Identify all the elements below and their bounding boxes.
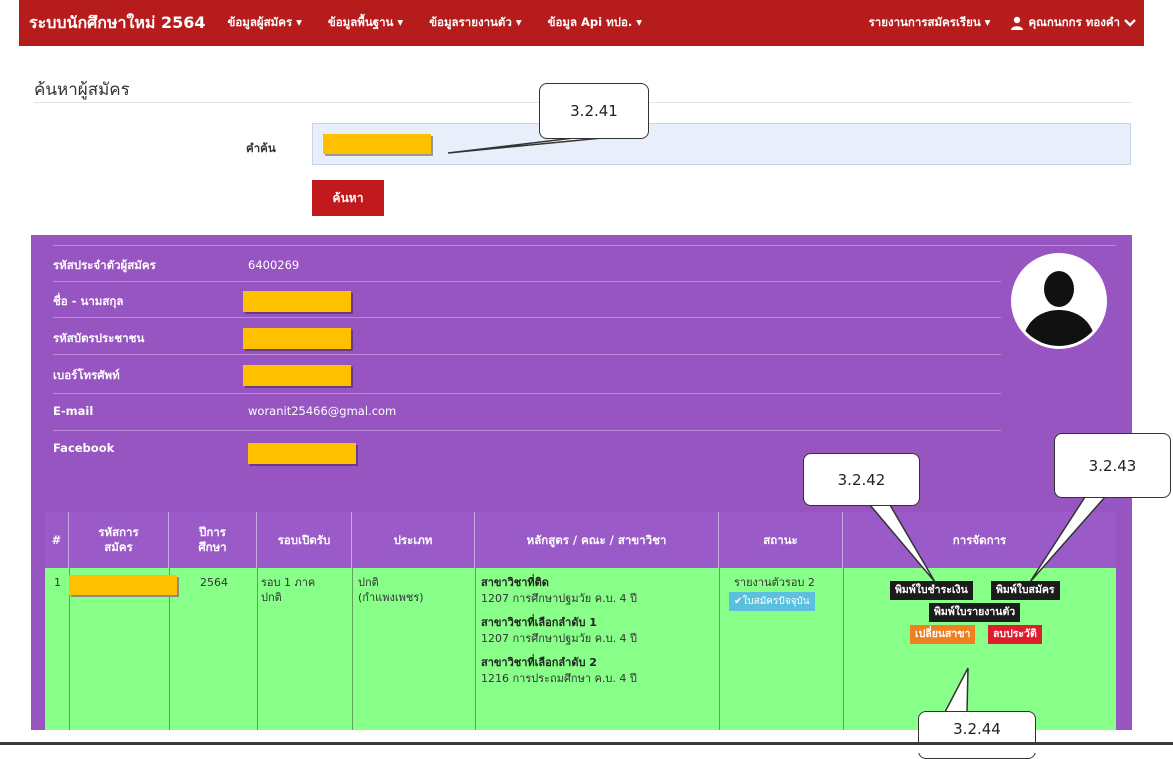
table-header: # รหัสการ สมัคร ปีการ ศึกษา รอบเปิดรับ ป… bbox=[45, 512, 1116, 568]
callout-3-2-41: 3.2.41 bbox=[539, 83, 649, 139]
national-id-label: รหัสบัตรประชาชน bbox=[53, 331, 145, 345]
applicant-id-label: รหัสประจำตัวผู้สมัคร bbox=[53, 258, 156, 272]
email-value: woranit25466@gmal.com bbox=[248, 404, 397, 418]
name-label: ชื่อ - นามสกุล bbox=[53, 294, 124, 308]
page-title: ค้นหาผู้สมัคร bbox=[34, 80, 130, 100]
redacted-app-code bbox=[69, 575, 177, 595]
divider bbox=[53, 317, 1001, 318]
col-divider bbox=[475, 568, 476, 730]
email-label: E-mail bbox=[53, 404, 94, 418]
col-header-status: สถานะ bbox=[719, 512, 843, 568]
status-badge: ✔ใบสมัครปัจจุบัน bbox=[729, 592, 815, 611]
row-round: รอบ 1 ภาค ปกติ bbox=[261, 576, 316, 604]
print-report-button[interactable]: พิมพ์ใบรายงานตัว bbox=[929, 603, 1021, 622]
nav-menu-enrollment-report[interactable]: รายงานการสมัครเรียน ▾ bbox=[869, 14, 991, 32]
search-label: คำค้น bbox=[246, 141, 276, 155]
chevron-down-icon bbox=[1124, 19, 1136, 27]
col-header-year: ปีการ ศึกษา bbox=[169, 512, 257, 568]
status-badge-wrap: ✔ใบสมัครปัจจุบัน bbox=[729, 592, 815, 611]
bottom-scroll-bar bbox=[0, 742, 1173, 753]
divider bbox=[53, 393, 1001, 394]
application-table: # รหัสการ สมัคร ปีการ ศึกษา รอบเปิดรับ ป… bbox=[45, 512, 1116, 730]
divider bbox=[53, 281, 1001, 282]
applicant-id-value: 6400269 bbox=[248, 258, 300, 272]
redacted-phone bbox=[243, 365, 351, 386]
callout-3-2-42: 3.2.42 bbox=[803, 453, 920, 506]
phone-label: เบอร์โทรศัพท์ bbox=[53, 368, 120, 382]
callout-3-2-43: 3.2.43 bbox=[1054, 433, 1171, 498]
national-id-row: รหัสบัตรประชาชน bbox=[53, 324, 1035, 352]
redacted-search-value bbox=[323, 134, 431, 154]
col-header-program: หลักสูตร / คณะ / สาขาวิชา bbox=[475, 512, 719, 568]
choice1-value: 1207 การศึกษาปฐมวัย ค.บ. 4 ปี bbox=[481, 632, 638, 645]
phone-row: เบอร์โทรศัพท์ bbox=[53, 361, 1035, 389]
nav-menu-report-data[interactable]: ข้อมูลรายงานตัว ▾ bbox=[429, 14, 521, 32]
applicant-panel: รหัสประจำตัวผู้สมัคร 6400269 ชื่อ - นามส… bbox=[31, 235, 1132, 730]
user-icon bbox=[1011, 16, 1024, 30]
col-divider bbox=[352, 568, 353, 730]
col-divider bbox=[843, 568, 844, 730]
nav-menu-basic-data[interactable]: ข้อมูลพื้นฐาน ▾ bbox=[328, 14, 403, 32]
user-silhouette-icon bbox=[1014, 256, 1104, 346]
choice2-title: สาขาวิชาที่เลือกลำดับ 2 bbox=[481, 656, 597, 669]
row-num: 1 bbox=[54, 576, 61, 589]
facebook-label: Facebook bbox=[53, 441, 115, 455]
choice1-title: สาขาวิชาที่เลือกลำดับ 1 bbox=[481, 616, 597, 629]
choice2-value: 1216 การประถมศึกษา ค.บ. 4 ปี bbox=[481, 672, 637, 685]
col-header-type: ประเภท bbox=[352, 512, 475, 568]
redacted-facebook bbox=[248, 443, 356, 464]
change-major-button[interactable]: เปลี่ยนสาขา bbox=[910, 625, 976, 644]
delete-history-button[interactable]: ลบประวัติ bbox=[988, 625, 1042, 644]
user-menu[interactable]: คุณกนกกร ทองคำ bbox=[1010, 14, 1136, 32]
name-row: ชื่อ - นามสกุล bbox=[53, 287, 1035, 315]
divider bbox=[53, 430, 1001, 431]
email-row: E-mail woranit25466@gmal.com bbox=[53, 397, 1035, 425]
top-navbar: ระบบนักศึกษาใหม่ 2564 ข้อมูลผู้สมัคร ▾ ข… bbox=[19, 0, 1144, 46]
status-text: รายงานตัวรอบ 2 bbox=[734, 576, 815, 589]
row-type: ปกติ (กำแพงเพชร) bbox=[358, 576, 424, 604]
avatar bbox=[1011, 253, 1107, 349]
print-payment-button[interactable]: พิมพ์ใบชำระเงิน bbox=[890, 581, 973, 600]
redacted-national-id bbox=[243, 328, 351, 349]
col-divider bbox=[719, 568, 720, 730]
nav-menu-api[interactable]: ข้อมูล Api ทปอ. ▾ bbox=[548, 14, 642, 32]
col-divider bbox=[257, 568, 258, 730]
col-header-app-code: รหัสการ สมัคร bbox=[69, 512, 169, 568]
passed-major-value: 1207 การศึกษาปฐมวัย ค.บ. 4 ปี bbox=[481, 592, 638, 605]
row-year: 2564 bbox=[200, 576, 228, 589]
col-header-num: # bbox=[45, 512, 69, 568]
passed-major-title: สาขาวิชาที่ติด bbox=[481, 576, 549, 589]
brand-title[interactable]: ระบบนักศึกษาใหม่ 2564 bbox=[29, 11, 206, 36]
search-button[interactable]: ค้นหา bbox=[312, 180, 384, 216]
col-header-actions: การจัดการ bbox=[952, 532, 1007, 547]
user-name: คุณกนกกร ทองคำ bbox=[1028, 15, 1120, 29]
col-header-round: รอบเปิดรับ bbox=[257, 512, 352, 568]
divider bbox=[53, 245, 1116, 246]
redacted-name bbox=[243, 291, 351, 312]
search-input[interactable] bbox=[312, 123, 1131, 165]
print-application-button[interactable]: พิมพ์ใบสมัคร bbox=[991, 581, 1060, 600]
applicant-id-row: รหัสประจำตัวผู้สมัคร 6400269 bbox=[53, 251, 1035, 279]
divider bbox=[53, 354, 1001, 355]
nav-menu-applicant[interactable]: ข้อมูลผู้สมัคร ▾ bbox=[228, 14, 302, 32]
